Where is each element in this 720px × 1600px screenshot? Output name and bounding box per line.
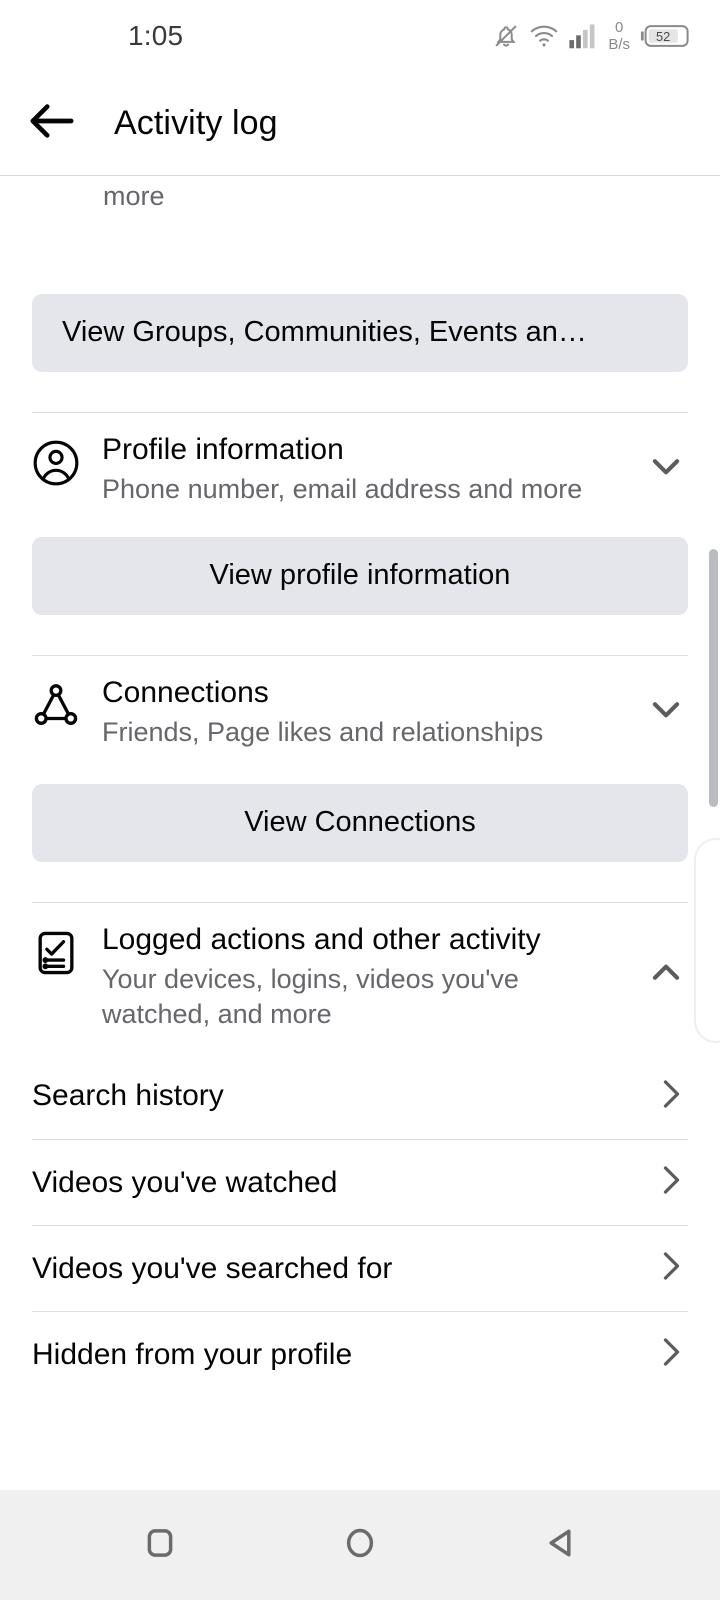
network-speed-unit: B/s <box>608 36 630 53</box>
section-logged-actions-subtitle: Your devices, logins, videos you've watc… <box>102 964 519 1029</box>
section-connections[interactable]: Connections Friends, Page likes and rela… <box>0 656 720 758</box>
list-item-label: Videos you've searched for <box>32 1251 393 1285</box>
section-logged-actions-text: Logged actions and other activity Your d… <box>84 921 640 1031</box>
section-logged-actions-toggle[interactable] <box>640 954 692 997</box>
section-connections-cta-wrap: View Connections <box>0 783 720 862</box>
logged-actions-sublist: Search history Videos you've watched Vid… <box>0 1053 720 1397</box>
network-speed-indicator: 0 B/s <box>608 20 630 52</box>
section-profile-subtitle: Phone number, email address and more <box>102 474 583 505</box>
chevron-right-icon <box>652 1162 688 1203</box>
list-item-label: Videos you've watched <box>32 1165 338 1199</box>
chevron-down-icon <box>647 447 685 490</box>
bell-slash-icon <box>492 22 520 50</box>
wifi-icon <box>529 22 559 50</box>
section-profile-title: Profile information <box>102 432 344 466</box>
list-item-label: Hidden from your profile <box>32 1337 353 1371</box>
list-item-label: Search history <box>32 1079 224 1113</box>
section-logged-actions[interactable]: Logged actions and other activity Your d… <box>0 903 720 1039</box>
list-item-videos-searched-for[interactable]: Videos you've searched for <box>32 1225 688 1311</box>
chevron-right-icon <box>652 1248 688 1289</box>
back-nav-button[interactable] <box>515 1500 605 1590</box>
chevron-right-icon <box>652 1334 688 1375</box>
previous-section-overflow-text: more <box>103 181 165 211</box>
svg-text:52: 52 <box>656 29 670 44</box>
back-arrow-icon <box>28 100 76 147</box>
section-profile-text: Profile information Phone number, email … <box>84 431 640 507</box>
section-connections-toggle[interactable] <box>640 690 692 733</box>
view-groups-button[interactable]: View Groups, Communities, Events an… <box>32 293 688 372</box>
recents-square-icon <box>138 1521 182 1570</box>
view-profile-information-button[interactable]: View profile information <box>32 536 688 615</box>
vertical-scrollbar[interactable] <box>709 549 718 807</box>
view-connections-button[interactable]: View Connections <box>32 783 688 862</box>
home-circle-icon <box>338 1521 382 1570</box>
scroll-content[interactable]: more View Groups, Communities, Events an… <box>0 176 720 1476</box>
connections-network-icon <box>28 678 84 734</box>
section-connections-subtitle: Friends, Page likes and relationships <box>102 717 544 748</box>
battery-icon: 52 <box>640 22 692 50</box>
home-button[interactable] <box>315 1500 405 1590</box>
section-profile-cta-wrap: View profile information <box>0 536 720 615</box>
section-groups-cta-wrap: View Groups, Communities, Events an… <box>0 293 720 372</box>
list-item-hidden-from-profile[interactable]: Hidden from your profile <box>32 1311 688 1397</box>
network-speed-value: 0 <box>614 19 624 36</box>
profile-circle-icon <box>28 435 84 491</box>
chevron-up-icon <box>647 954 685 997</box>
section-connections-title: Connections <box>102 675 269 709</box>
list-item-videos-watched[interactable]: Videos you've watched <box>32 1139 688 1225</box>
back-button[interactable] <box>20 92 84 156</box>
checklist-clipboard-icon <box>28 925 84 981</box>
status-icons-group: 0 B/s 52 <box>492 20 692 52</box>
back-triangle-icon <box>538 1521 582 1570</box>
recents-button[interactable] <box>115 1500 205 1590</box>
section-profile-information[interactable]: Profile information Phone number, email … <box>0 413 720 515</box>
status-time: 1:05 <box>128 20 184 51</box>
status-bar: 1:05 0 B/s 52 <box>0 0 720 72</box>
chevron-down-icon <box>647 690 685 733</box>
section-connections-text: Connections Friends, Page likes and rela… <box>84 674 640 750</box>
list-item-search-history[interactable]: Search history <box>32 1053 688 1139</box>
section-profile-toggle[interactable] <box>640 447 692 490</box>
section-logged-actions-title: Logged actions and other activity <box>102 922 541 956</box>
signal-bars-icon <box>568 22 598 50</box>
chevron-right-icon <box>652 1076 688 1117</box>
page-title: Activity log <box>114 104 278 142</box>
app-bar: Activity log <box>0 72 720 175</box>
floating-panel-edge <box>694 838 720 1043</box>
android-navigation-bar <box>0 1490 720 1600</box>
